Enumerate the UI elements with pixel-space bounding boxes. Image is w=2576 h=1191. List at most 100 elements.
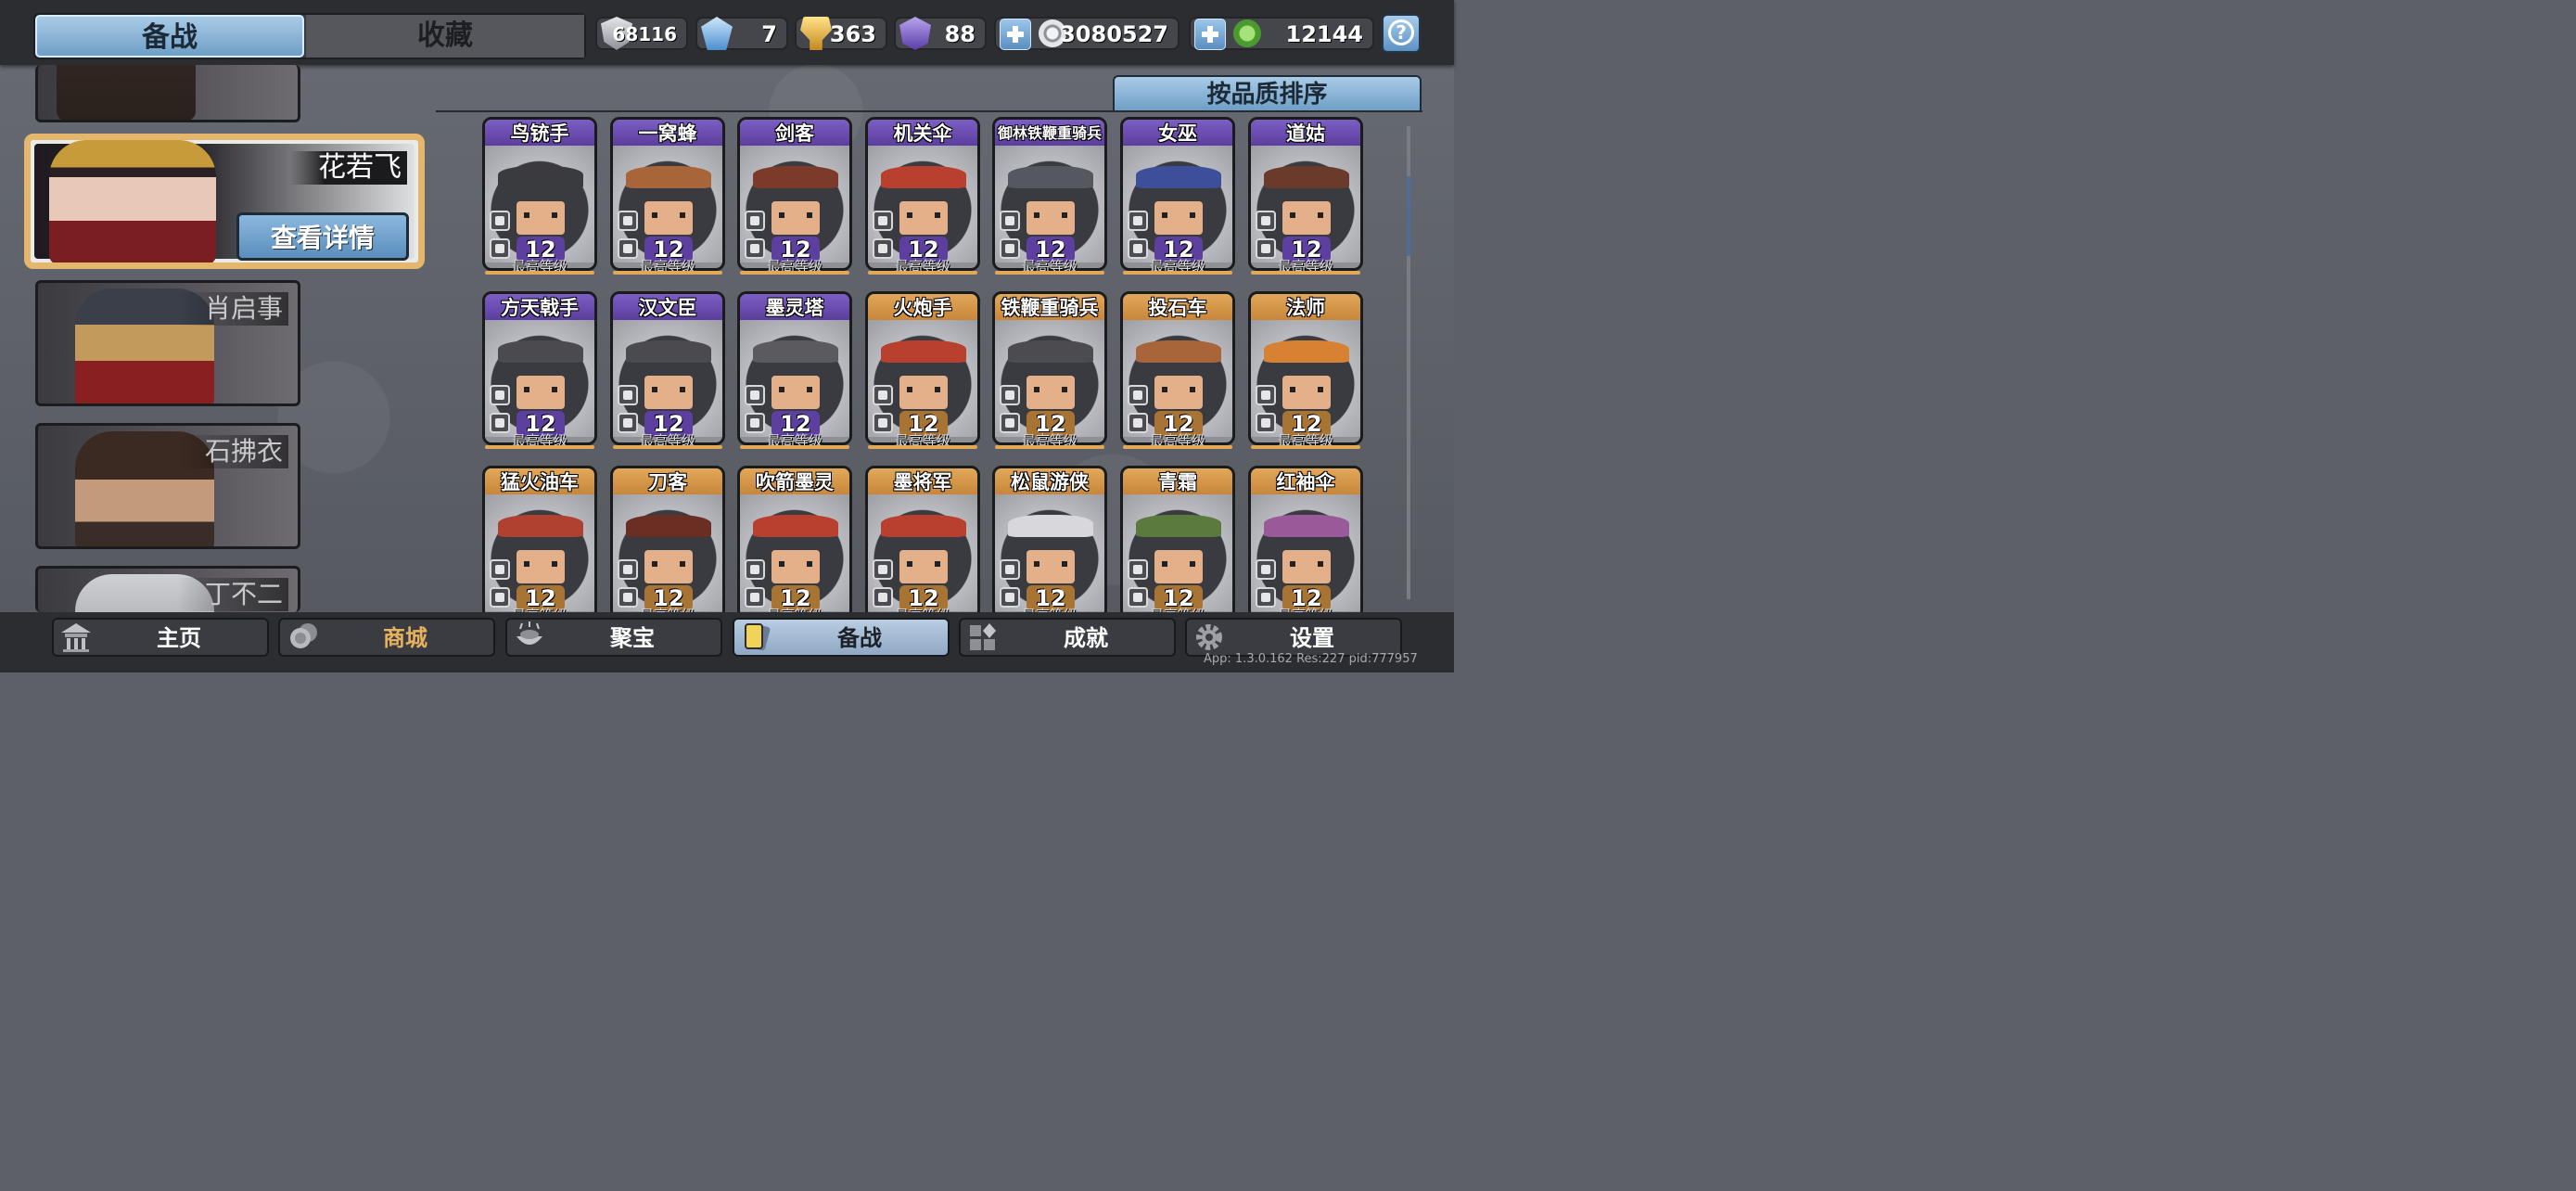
unit-name: 墨将军 bbox=[893, 471, 952, 493]
unit-card[interactable]: 法师 12 bbox=[1248, 291, 1363, 445]
resource-gold-trophy: 363 bbox=[795, 17, 887, 50]
unit-face bbox=[516, 201, 565, 235]
resource-jade-token: 12144 bbox=[1189, 17, 1374, 50]
unit-card[interactable]: 机关伞 12 bbox=[865, 117, 980, 271]
sort-by-quality-button[interactable]: 按品质排序 bbox=[1113, 75, 1422, 112]
hero-name: 丁不二 bbox=[176, 578, 288, 611]
skill-icon bbox=[873, 385, 893, 405]
unit-card[interactable]: 火炮手 12 bbox=[865, 291, 980, 445]
unit-eyes bbox=[1162, 387, 1195, 392]
unit-face bbox=[1027, 550, 1075, 583]
unit-hat bbox=[498, 340, 583, 363]
hero-card-partial-top[interactable] bbox=[35, 65, 300, 122]
unit-card[interactable]: 剑客 12 bbox=[737, 117, 852, 271]
trait-icon bbox=[745, 587, 765, 608]
unit-hat bbox=[753, 515, 838, 537]
unit-name: 御林铁鞭重骑兵 bbox=[997, 124, 1102, 142]
unit-card[interactable]: 青霜 12 bbox=[1120, 466, 1235, 620]
unit-face bbox=[1282, 550, 1331, 583]
max-level-bar bbox=[995, 445, 1104, 449]
trait-icon bbox=[873, 413, 893, 433]
unit-name: 吹箭墨灵 bbox=[756, 471, 834, 493]
unit-card[interactable]: 道姑 12 bbox=[1248, 117, 1363, 271]
tab-collection[interactable]: 收藏 bbox=[306, 15, 584, 58]
unit-eyes bbox=[524, 212, 557, 218]
unit-name: 猛火油车 bbox=[501, 471, 579, 493]
unit-hat bbox=[753, 166, 838, 188]
unit-eyes bbox=[1162, 561, 1195, 567]
skill-icon bbox=[745, 385, 765, 405]
unit-face bbox=[644, 201, 693, 235]
trait-icon bbox=[490, 238, 510, 259]
unit-hat bbox=[881, 340, 966, 363]
help-button[interactable]: ? bbox=[1382, 14, 1421, 53]
unit-name: 机关伞 bbox=[893, 122, 952, 145]
nav-home[interactable]: 主页 bbox=[52, 618, 269, 657]
add-jade-token-button[interactable] bbox=[1194, 19, 1226, 50]
hero-card-selected[interactable]: 花若飞 查看详情 bbox=[24, 134, 425, 269]
blue-crystal-value: 7 bbox=[761, 21, 777, 47]
unit-card[interactable]: 汉文臣 12 bbox=[610, 291, 725, 445]
trait-icon bbox=[490, 413, 510, 433]
nav-shop[interactable]: 商城 bbox=[278, 618, 495, 657]
unit-card[interactable]: 女巫 12 bbox=[1120, 117, 1235, 271]
skill-icon bbox=[1128, 385, 1148, 405]
unit-card[interactable]: 吹箭墨灵 12 bbox=[737, 466, 852, 620]
add-silver-coin-button[interactable] bbox=[1000, 19, 1031, 50]
unit-card[interactable]: 墨灵塔 12 bbox=[737, 291, 852, 445]
hero-card-partial-bottom[interactable]: 丁不二 bbox=[35, 566, 300, 612]
unit-name: 一窝蜂 bbox=[638, 122, 697, 145]
tab-prepare[interactable]: 备战 bbox=[35, 15, 304, 58]
skill-icon bbox=[618, 385, 638, 405]
treasure-bowl-icon bbox=[513, 621, 546, 653]
unit-card[interactable]: 一窝蜂 12 bbox=[610, 117, 725, 271]
unit-card[interactable]: 方天戟手 12 bbox=[482, 291, 597, 445]
skill-icon bbox=[618, 559, 638, 580]
unit-hat bbox=[1008, 166, 1093, 188]
unit-eyes bbox=[907, 387, 940, 392]
hero-card[interactable]: 石拂衣 bbox=[35, 423, 300, 549]
divider bbox=[436, 110, 1422, 112]
unit-name: 剑客 bbox=[775, 122, 814, 145]
nav-settings[interactable]: 设置 bbox=[1185, 618, 1402, 657]
unit-eyes bbox=[1034, 212, 1067, 218]
unit-card[interactable]: 墨将军 12 bbox=[865, 466, 980, 620]
unit-face bbox=[772, 550, 820, 583]
unit-name: 火炮手 bbox=[893, 297, 952, 319]
top-bar: 备战 收藏 68116 7 363 88 3080527 12144 ? bbox=[0, 0, 1454, 65]
unit-face bbox=[1154, 376, 1203, 409]
unit-eyes bbox=[907, 561, 940, 567]
max-level-bar bbox=[485, 271, 594, 275]
unit-face bbox=[1154, 201, 1203, 235]
hero-card[interactable]: 肖启事 bbox=[35, 280, 300, 406]
trait-icon bbox=[1256, 587, 1276, 608]
max-level-bar bbox=[740, 271, 849, 275]
unit-eyes bbox=[1290, 387, 1323, 392]
unit-card[interactable]: 松鼠游侠 12 bbox=[992, 466, 1107, 620]
view-details-button[interactable]: 查看详情 bbox=[236, 212, 409, 261]
unit-name: 道姑 bbox=[1286, 122, 1325, 145]
nav-prepare[interactable]: 备战 bbox=[733, 618, 950, 657]
skill-icon bbox=[745, 559, 765, 580]
unit-name: 墨灵塔 bbox=[765, 297, 824, 319]
unit-card[interactable]: 红袖伞 12 bbox=[1248, 466, 1363, 620]
trait-icon bbox=[1000, 587, 1020, 608]
unit-card[interactable]: 铁鞭重骑兵 12 bbox=[992, 291, 1107, 445]
unit-card[interactable]: 猛火油车 12 bbox=[482, 466, 597, 620]
unit-card[interactable]: 鸟铳手 12 bbox=[482, 117, 597, 271]
unit-hat bbox=[1264, 515, 1349, 537]
unit-hat bbox=[1136, 166, 1221, 188]
unit-card[interactable]: 刀客 12 bbox=[610, 466, 725, 620]
trait-icon bbox=[745, 413, 765, 433]
trait-icon bbox=[1128, 238, 1148, 259]
unit-eyes bbox=[652, 387, 685, 392]
unit-card[interactable]: 御林铁鞭重骑兵 12 bbox=[992, 117, 1107, 271]
nav-achievement[interactable]: 成就 bbox=[959, 618, 1176, 657]
unit-face bbox=[516, 376, 565, 409]
trait-icon bbox=[1128, 587, 1148, 608]
nav-treasure[interactable]: 聚宝 bbox=[505, 618, 722, 657]
version-text: App: 1.3.0.162 Res:227 pid:777957 bbox=[1204, 652, 1418, 666]
nav-settings-label: 设置 bbox=[1290, 625, 1334, 651]
unit-card[interactable]: 投石车 12 bbox=[1120, 291, 1235, 445]
scrollbar-thumb[interactable] bbox=[1407, 176, 1410, 256]
